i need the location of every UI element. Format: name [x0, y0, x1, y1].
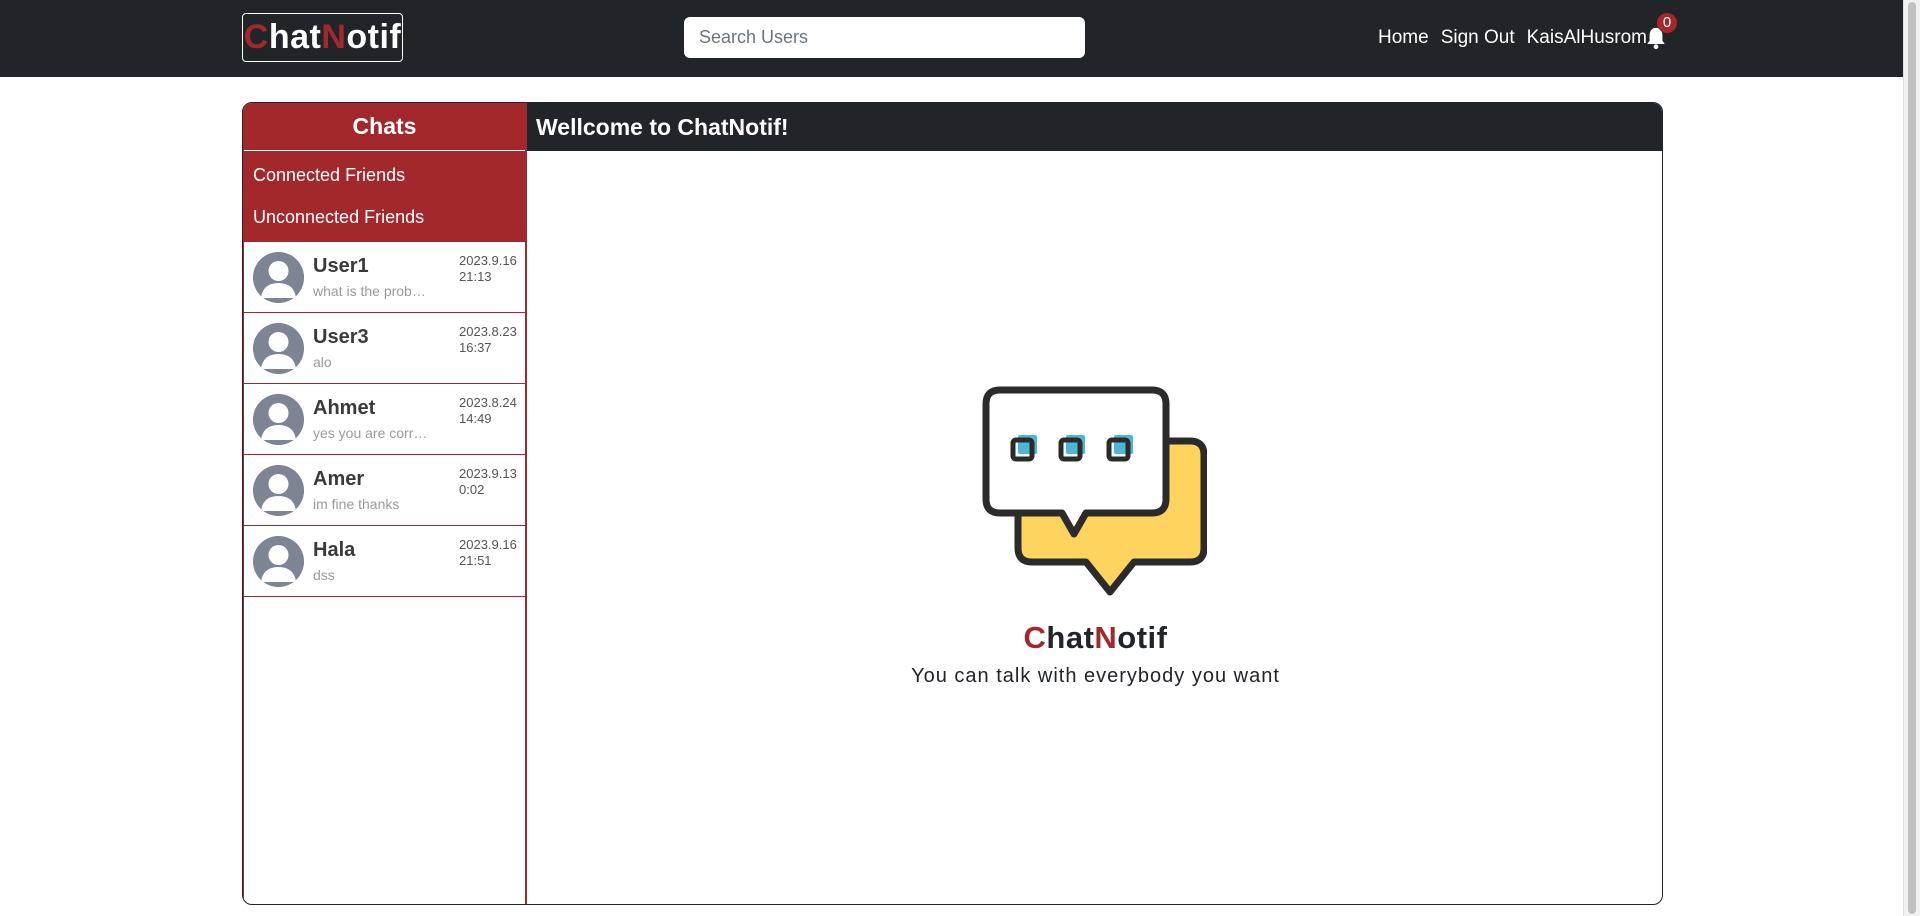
- chat-time: 14:49: [459, 411, 492, 426]
- hero-text-hat: hat: [1046, 620, 1095, 655]
- chat-last-message: dss: [313, 567, 335, 583]
- chat-last-message: im fine thanks: [313, 496, 400, 512]
- chat-bubbles-icon: [982, 386, 1207, 596]
- welcome-title: Wellcome to ChatNotif!: [527, 103, 1662, 151]
- chat-timestamp: 2023.8.24 14:49: [459, 395, 529, 427]
- hero-subtitle: You can talk with everybody you want: [911, 665, 1280, 687]
- chat-list-item[interactable]: Ahmet yes you are correct 2023.8.24 14:49: [244, 384, 525, 455]
- chat-user-name: User3: [313, 326, 369, 348]
- hero-letter-c: C: [1023, 620, 1047, 655]
- brand-letter-c: C: [243, 18, 269, 56]
- chat-date: 2023.8.24: [459, 395, 517, 410]
- avatar: [253, 536, 304, 587]
- chat-list-item[interactable]: User3 alo 2023.8.23 16:37: [244, 313, 525, 384]
- nav-user-link[interactable]: KaisAlHusrom: [1527, 27, 1647, 49]
- chat-time: 16:37: [459, 340, 492, 355]
- chat-list-item[interactable]: Hala dss 2023.9.16 21:51: [244, 526, 525, 597]
- connected-friends-link[interactable]: Connected Friends: [244, 154, 525, 196]
- avatar: [253, 323, 304, 374]
- chat-list: User1 what is the problem 2023.9.16 21:13 Us…: [244, 242, 525, 597]
- search-users-input[interactable]: [684, 17, 1085, 58]
- chat-date: 2023.8.23: [459, 324, 517, 339]
- chats-sidebar: Chats Connected Friends Unconnected Frie…: [243, 103, 527, 904]
- brand-letter-n: N: [321, 18, 347, 56]
- chat-timestamp: 2023.9.13 0:02: [459, 466, 529, 498]
- navbar: ChatNotif Home Sign Out KaisAlHusrom 0: [0, 0, 1920, 77]
- chat-time: 0:02: [459, 482, 485, 497]
- hero-text-otif: otif: [1117, 620, 1168, 655]
- avatar: [253, 465, 304, 516]
- chat-timestamp: 2023.8.23 16:37: [459, 324, 529, 356]
- brand-text-hat: hat: [268, 18, 322, 56]
- brand-logo[interactable]: Chat Notif: [242, 13, 403, 62]
- chat-timestamp: 2023.9.16 21:13: [459, 253, 529, 285]
- chat-last-message: yes you are correct: [313, 425, 428, 441]
- welcome-content: Wellcome to ChatNotif! ChatNotif You can…: [527, 103, 1662, 904]
- nav-home-link[interactable]: Home: [1378, 27, 1429, 49]
- chat-time: 21:51: [459, 553, 492, 568]
- chat-list-item[interactable]: User1 what is the problem 2023.9.16 21:13: [244, 242, 525, 313]
- chat-panel: Chats Connected Friends Unconnected Frie…: [242, 102, 1663, 905]
- chat-user-name: Hala: [313, 539, 356, 561]
- friends-menu: Connected Friends Unconnected Friends: [244, 151, 525, 242]
- avatar: [253, 394, 304, 445]
- hero-brand-title: ChatNotif: [527, 620, 1662, 656]
- notification-badge: 0: [1657, 13, 1677, 33]
- chat-last-message: alo: [313, 354, 332, 370]
- page-scrollbar[interactable]: [1903, 0, 1920, 916]
- nav-sign-out-link[interactable]: Sign Out: [1441, 27, 1515, 49]
- chat-user-name: User1: [313, 255, 369, 277]
- chat-date: 2023.9.16: [459, 253, 517, 268]
- brand-text-otif: otif: [346, 18, 402, 56]
- hero-letter-n: N: [1094, 620, 1118, 655]
- chat-timestamp: 2023.9.16 21:51: [459, 537, 529, 569]
- chat-date: 2023.9.16: [459, 537, 517, 552]
- chats-title: Chats: [244, 103, 525, 151]
- unconnected-friends-link[interactable]: Unconnected Friends: [244, 196, 525, 238]
- scrollbar-thumb[interactable]: [1908, 2, 1916, 914]
- chat-time: 21:13: [459, 269, 492, 284]
- chat-user-name: Amer: [313, 468, 365, 490]
- chat-user-name: Ahmet: [313, 397, 376, 419]
- nav-links: Home Sign Out KaisAlHusrom: [1378, 24, 1659, 52]
- avatar: [253, 252, 304, 303]
- chat-date: 2023.9.13: [459, 466, 517, 481]
- chat-list-item[interactable]: Amer im fine thanks 2023.9.13 0:02: [244, 455, 525, 526]
- chat-last-message: what is the problem: [313, 283, 428, 299]
